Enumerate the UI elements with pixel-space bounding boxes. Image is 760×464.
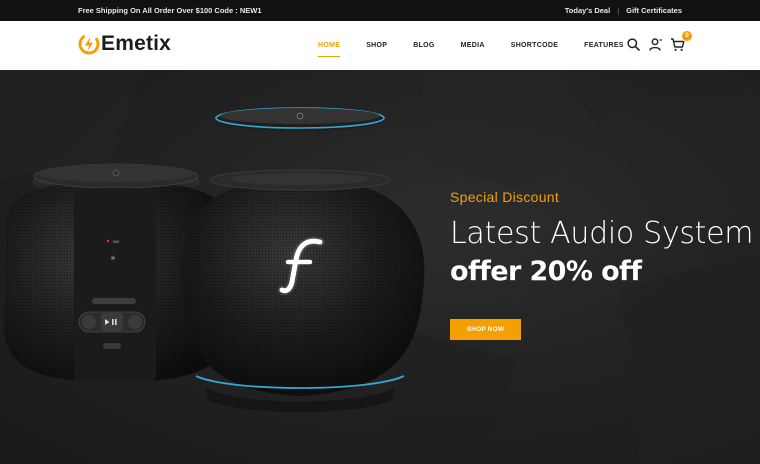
nav-item-shop[interactable]: SHOP [366, 21, 387, 70]
hero-kicker: Special Discount [450, 189, 560, 205]
user-icon[interactable] [648, 37, 663, 52]
mic-label: MIC [113, 240, 120, 244]
top-bar: Free Shipping On All Order Over $100 Cod… [0, 0, 760, 21]
search-icon[interactable] [626, 37, 641, 52]
cart-count-badge: 0 [682, 31, 692, 41]
nav-item-shortcode[interactable]: SHORTCODE [511, 21, 558, 70]
logo[interactable]: Emetix [78, 33, 171, 55]
cart-icon[interactable]: 0 [670, 31, 692, 52]
main-nav: HOME SHOP BLOG MEDIA SHORTCODE FEATURES [318, 21, 650, 70]
hero-banner: MIC ✱ Special Discount Latest Audio Syst… [0, 70, 760, 464]
right-speaker-graphic [181, 107, 425, 412]
hero-offer: offer 20% off [450, 256, 642, 287]
nav-item-home[interactable]: HOME [318, 21, 341, 70]
nav-item-features[interactable]: FEATURES [584, 21, 624, 70]
site-header: Emetix HOME SHOP BLOG MEDIA SHORTCODE FE… [0, 21, 760, 70]
nav-item-media[interactable]: MEDIA [461, 21, 485, 70]
top-links: Today's Deal | Gift Certificates [565, 6, 682, 15]
shop-now-button[interactable]: SHOP NOW [450, 319, 521, 340]
hero-text-block: Special Discount Latest Audio System off… [450, 189, 754, 288]
logo-icon [78, 33, 100, 55]
hero-headline: Latest Audio System [450, 216, 754, 251]
nav-item-blog[interactable]: BLOG [413, 21, 434, 70]
logo-text: Emetix [101, 32, 172, 55]
promo-text: Free Shipping On All Order Over $100 Cod… [78, 6, 262, 15]
divider: | [617, 6, 620, 15]
svg-text:✱: ✱ [110, 255, 115, 262]
todays-deal-link[interactable]: Today's Deal [565, 6, 610, 15]
header-icons: 0 [626, 31, 692, 52]
gift-certificates-link[interactable]: Gift Certificates [626, 6, 682, 15]
